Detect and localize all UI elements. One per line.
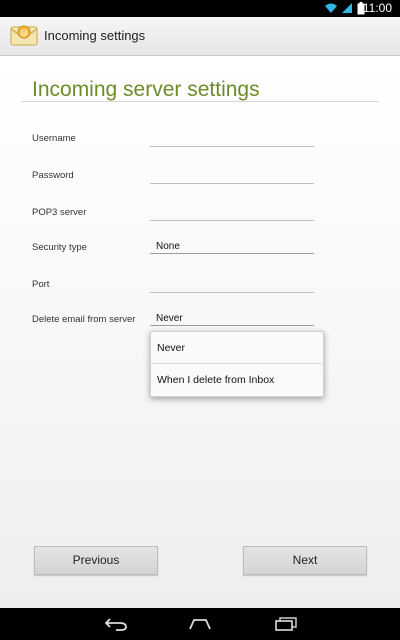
title-divider bbox=[22, 101, 378, 102]
action-bar: @ Incoming settings bbox=[0, 17, 400, 56]
dropdown-option-never[interactable]: Never bbox=[151, 332, 323, 364]
previous-button[interactable]: Previous bbox=[34, 546, 158, 575]
navigation-bar bbox=[0, 608, 400, 640]
username-label: Username bbox=[32, 133, 76, 144]
pop3-server-label: POP3 server bbox=[32, 207, 87, 218]
app-bar-title: Incoming settings bbox=[44, 28, 146, 43]
port-field[interactable] bbox=[150, 280, 314, 293]
status-time: 11:00 bbox=[362, 1, 392, 15]
pop3-server-field[interactable] bbox=[150, 208, 314, 221]
username-field[interactable] bbox=[150, 134, 314, 147]
settings-content: Incoming server settings Username Passwo… bbox=[0, 56, 400, 608]
security-type-label: Security type bbox=[32, 242, 87, 253]
port-label: Port bbox=[32, 279, 50, 290]
home-icon[interactable] bbox=[188, 618, 212, 630]
delete-email-select[interactable]: Never bbox=[150, 313, 314, 326]
back-icon[interactable] bbox=[104, 617, 128, 631]
password-label: Password bbox=[32, 170, 74, 181]
password-field[interactable] bbox=[150, 171, 314, 184]
delete-email-dropdown: Never When I delete from Inbox bbox=[150, 331, 324, 397]
page-title: Incoming server settings bbox=[32, 78, 260, 101]
dropdown-option-when-delete-inbox[interactable]: When I delete from Inbox bbox=[151, 364, 323, 396]
security-type-select[interactable]: None bbox=[150, 241, 314, 254]
svg-text:@: @ bbox=[20, 28, 28, 37]
next-button[interactable]: Next bbox=[243, 546, 367, 575]
delete-email-label: Delete email from server bbox=[32, 314, 136, 325]
signal-icon bbox=[342, 3, 352, 13]
email-envelope-icon[interactable]: @ bbox=[10, 23, 38, 47]
wifi-icon bbox=[325, 3, 337, 13]
status-bar: 11:00 bbox=[0, 0, 400, 17]
recent-apps-icon[interactable] bbox=[274, 617, 298, 631]
